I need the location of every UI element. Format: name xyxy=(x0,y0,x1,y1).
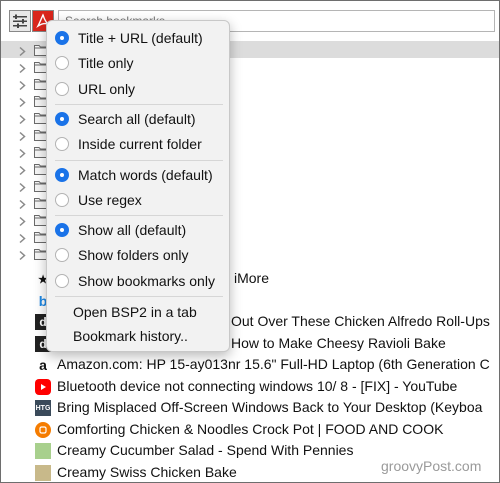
menu-separator xyxy=(55,159,223,161)
chevron-right-icon[interactable] xyxy=(18,163,27,176)
menu-option-url-only[interactable]: URL only xyxy=(47,77,229,101)
bookmark-row[interactable]: Comforting Chicken & Noodles Crock Pot |… xyxy=(1,419,499,441)
radio-selected-icon[interactable] xyxy=(55,31,69,45)
menu-option-label: Title only xyxy=(78,55,134,72)
menu-option-label: Show bookmarks only xyxy=(78,272,215,289)
radio-empty-icon[interactable] xyxy=(55,273,69,288)
pennies-favicon xyxy=(35,443,51,459)
chevron-right-icon[interactable] xyxy=(18,129,27,142)
sliders-icon xyxy=(13,14,27,28)
bookmark-title: Amazon.com: HP 15-ay013nr 15.6" Full-HD … xyxy=(57,356,490,372)
menu-option-label: Use regex xyxy=(78,191,142,208)
menu-option-label: Title + URL (default) xyxy=(78,30,203,46)
chevron-right-icon[interactable] xyxy=(18,112,27,125)
watermark: groovyPost.com xyxy=(381,458,482,474)
bookmark-search-plus-panel: ★iMorebdOut Over These Chicken Alfredo R… xyxy=(0,0,500,483)
menu-separator xyxy=(55,296,223,297)
bookmark-title: Creamy Swiss Chicken Bake xyxy=(57,463,237,480)
menu-option-label: Show folders only xyxy=(78,247,189,264)
bookmark-title: Creamy Cucumber Salad - Spend With Penni… xyxy=(57,442,354,458)
chevron-right-icon[interactable] xyxy=(18,95,27,108)
chevron-right-icon[interactable] xyxy=(18,214,27,227)
menu-option-use-regex[interactable]: Use regex xyxy=(47,188,229,212)
chevron-right-icon[interactable] xyxy=(18,180,27,193)
menu-option-label: Inside current folder xyxy=(78,136,202,153)
radio-selected-icon[interactable] xyxy=(55,223,69,238)
menu-option-show-all-default[interactable]: Show all (default) xyxy=(47,218,229,242)
open-bsp2-tab-item[interactable]: Open BSP2 in a tab xyxy=(47,300,229,324)
menu-option-label: Show all (default) xyxy=(78,222,187,239)
bookmark-history-item[interactable]: Bookmark history.. xyxy=(47,324,229,348)
chevron-right-icon[interactable] xyxy=(18,146,27,159)
recipe-favicon xyxy=(35,464,51,481)
bookmark-title: Bluetooth device not connecting windows … xyxy=(57,377,458,394)
menu-option-title-only[interactable]: Title only xyxy=(47,51,229,75)
menu-option-show-folders-only[interactable]: Show folders only xyxy=(47,243,229,267)
menu-option-search-all-default[interactable]: Search all (default) xyxy=(47,107,229,131)
youtube-favicon xyxy=(35,378,51,395)
bookmark-title: How to Make Cheesy Ravioli Bake xyxy=(231,334,446,351)
chevron-right-icon[interactable] xyxy=(18,78,27,91)
menu-separator xyxy=(55,215,223,217)
chevron-right-icon[interactable] xyxy=(18,231,27,244)
radio-empty-icon[interactable] xyxy=(55,192,69,207)
radio-selected-icon[interactable] xyxy=(55,167,69,182)
radio-empty-icon[interactable] xyxy=(55,248,69,263)
menu-option-label: Match words (default) xyxy=(78,166,213,183)
radio-empty-icon[interactable] xyxy=(55,137,69,152)
menu-option-match-words-default[interactable]: Match words (default) xyxy=(47,163,229,187)
chevron-right-icon[interactable] xyxy=(18,61,27,74)
bookmark-title: Out Over These Chicken Alfredo Roll-Ups xyxy=(231,313,490,329)
menu-option-label: Search all (default) xyxy=(78,110,196,127)
menu-option-label: URL only xyxy=(78,80,136,97)
menu-option-show-bookmarks-only[interactable]: Show bookmarks only xyxy=(47,269,229,293)
chevron-right-icon[interactable] xyxy=(18,197,27,210)
bookmark-row[interactable]: HTG Bring Misplaced Off-Screen Windows Ba… xyxy=(1,397,499,419)
menu-action-label: Open BSP2 in a tab xyxy=(73,304,197,320)
radio-selected-icon[interactable] xyxy=(55,111,69,126)
radio-empty-icon[interactable] xyxy=(55,81,69,96)
bookmark-title: Comforting Chicken & Noodles Crock Pot |… xyxy=(57,420,444,437)
blogger-favicon xyxy=(35,421,51,438)
bookmark-title: Bring Misplaced Off-Screen Windows Back … xyxy=(57,399,483,415)
menu-option-title-url-default[interactable]: Title + URL (default) xyxy=(47,26,229,50)
radio-empty-icon[interactable] xyxy=(55,56,69,71)
chevron-right-icon[interactable] xyxy=(18,44,27,57)
bookmark-title: iMore xyxy=(234,270,270,286)
menu-option-inside-current-folder[interactable]: Inside current folder xyxy=(47,132,229,156)
bookmark-row[interactable]: a Amazon.com: HP 15-ay013nr 15.6" Full-HD… xyxy=(1,354,499,376)
search-options-menu: Title + URL (default) Title only URL only S… xyxy=(46,20,230,352)
menu-action-label: Bookmark history.. xyxy=(73,328,188,344)
chevron-right-icon[interactable] xyxy=(18,248,27,261)
bookmark-row[interactable]: Bluetooth device not connecting windows … xyxy=(1,376,499,398)
amazon-favicon: a xyxy=(35,357,51,373)
htg-favicon: HTG xyxy=(35,400,51,416)
search-options-button[interactable] xyxy=(9,10,31,32)
menu-separator xyxy=(55,103,223,105)
